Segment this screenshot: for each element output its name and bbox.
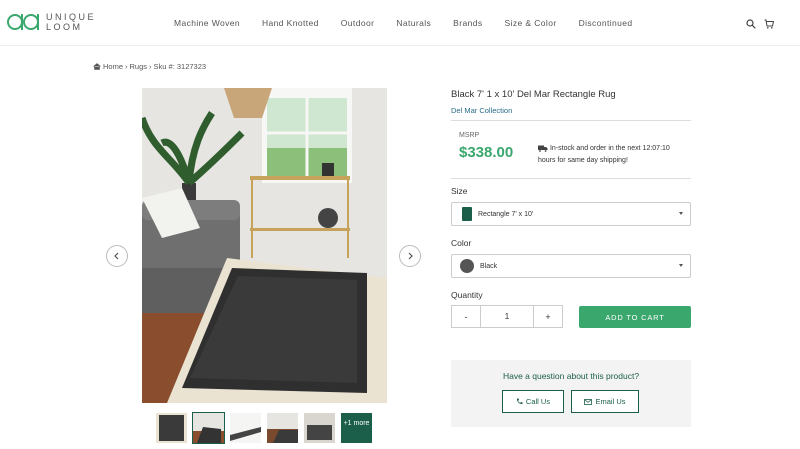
nav-outdoor[interactable]: Outdoor (341, 18, 375, 28)
breadcrumb-rugs[interactable]: Rugs (130, 62, 148, 71)
cart-icon[interactable] (764, 16, 775, 29)
logo-icon (7, 14, 39, 30)
main-nav: Machine Woven Hand Knotted Outdoor Natur… (174, 18, 655, 28)
color-selected: Black (480, 262, 498, 270)
logo-text-top: UNIQUE (46, 12, 97, 22)
chevron-down-icon (679, 264, 683, 267)
stock-text: In-stock and order in the next 12:07:10 … (538, 145, 670, 164)
quantity-stepper: - 1 + (451, 305, 563, 328)
search-icon[interactable] (746, 16, 756, 29)
nav-brands[interactable]: Brands (453, 18, 482, 28)
size-swatch (462, 207, 472, 221)
question-box: Have a question about this product? Call… (451, 360, 691, 427)
divider (451, 120, 691, 121)
room-scene-image (142, 88, 387, 403)
stock-message: In-stock and order in the next 12:07:10 … (538, 143, 688, 167)
add-to-cart-button[interactable]: ADD TO CART (579, 306, 691, 328)
color-swatch (460, 259, 474, 273)
thumbnail[interactable] (304, 413, 335, 443)
chevron-left-icon (114, 252, 119, 260)
nav-size-color[interactable]: Size & Color (505, 18, 557, 28)
nav-machine-woven[interactable]: Machine Woven (174, 18, 240, 28)
quantity-label: Quantity (451, 290, 483, 300)
breadcrumb-home[interactable]: Home (103, 62, 123, 71)
breadcrumb-separator: › (149, 62, 152, 71)
site-header: UNIQUE LOOM Machine Woven Hand Knotted O… (0, 0, 800, 46)
breadcrumb-separator: › (125, 62, 128, 71)
nav-naturals[interactable]: Naturals (396, 18, 431, 28)
msrp-label: MSRP (459, 132, 480, 139)
truck-icon (538, 145, 548, 152)
header-icons (746, 16, 775, 29)
thumbnail[interactable] (267, 413, 298, 443)
thumbnail[interactable] (156, 413, 187, 443)
size-select[interactable]: Rectangle 7' x 10' (451, 202, 691, 226)
call-us-button[interactable]: Call Us (502, 390, 564, 413)
quantity-decrease-button[interactable]: - (452, 306, 480, 327)
color-select[interactable]: Black (451, 254, 691, 278)
more-label: +1 more (343, 420, 370, 427)
next-image-button[interactable] (399, 245, 421, 267)
breadcrumb: Home › Rugs › Sku #: 3127323 (93, 62, 206, 71)
size-selected: Rectangle 7' x 10' (478, 210, 534, 218)
logo-text: UNIQUE LOOM (46, 12, 96, 32)
logo-text-bottom: LOOM (46, 22, 83, 32)
price: $338.00 (459, 144, 514, 161)
more-thumbnails-button[interactable]: +1 more (341, 413, 372, 443)
chevron-down-icon (679, 212, 683, 215)
thumbnail[interactable] (192, 412, 225, 444)
prev-image-button[interactable] (106, 245, 128, 267)
call-us-label: Call Us (525, 397, 551, 406)
nav-discontinued[interactable]: Discontinued (579, 18, 633, 28)
nav-hand-knotted[interactable]: Hand Knotted (262, 18, 319, 28)
question-text: Have a question about this product? (502, 371, 640, 381)
size-label: Size (451, 186, 468, 196)
quantity-increase-button[interactable]: + (534, 306, 562, 327)
quantity-input[interactable]: 1 (480, 306, 534, 327)
collection-link[interactable]: Del Mar Collection (451, 106, 512, 115)
phone-icon (516, 398, 523, 405)
thumbnail-strip: +1 more (156, 412, 372, 444)
home-icon (93, 63, 101, 70)
breadcrumb-sku: Sku #: 3127323 (153, 62, 207, 71)
thumbnail[interactable] (230, 413, 261, 443)
product-main-image[interactable] (142, 88, 387, 403)
product-title: Black 7' 1 x 10' Del Mar Rectangle Rug (451, 89, 616, 100)
price-box: MSRP $338.00 In-stock and order in the n… (451, 122, 691, 179)
email-us-button[interactable]: Email Us (571, 390, 639, 413)
email-us-label: Email Us (595, 397, 626, 406)
color-label: Color (451, 238, 472, 248)
envelope-icon (584, 398, 593, 405)
chevron-right-icon (408, 252, 413, 260)
logo[interactable]: UNIQUE LOOM (6, 12, 96, 32)
